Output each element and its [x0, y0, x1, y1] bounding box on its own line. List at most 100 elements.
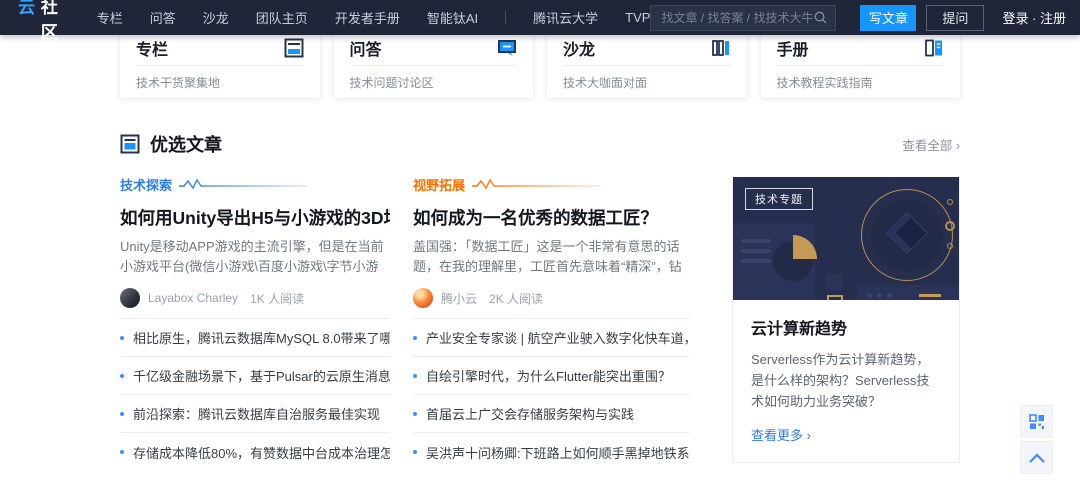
- bullet-dot-icon: [120, 450, 124, 454]
- author-avatar[interactable]: [413, 288, 433, 308]
- featured-article-excerpt: Unity是移动APP游戏的主流引擎，但是在当前小游戏平台(微信小游戏\百度小游…: [120, 237, 390, 277]
- nav-item-cloud-academy[interactable]: 腾讯云大学: [533, 8, 598, 27]
- back-to-top-button[interactable]: [1020, 441, 1053, 474]
- nav-item-tvp[interactable]: TVP: [625, 10, 650, 25]
- article-list-item-label: 相比原生，腾讯云数据库MySQL 8.0带来了哪些新的极致...: [133, 328, 390, 347]
- article-list-item[interactable]: 相比原生，腾讯云数据库MySQL 8.0带来了哪些新的极致...: [120, 319, 390, 357]
- card-subtitle: 技术教程实践指南: [777, 74, 945, 91]
- featured-article-excerpt: 盖国强：「数据工匠」这是一个非常有意思的话题，在我的理解里，工匠首先意味着“精深…: [413, 237, 690, 277]
- article-list-item-label: 产业安全专家谈 | 航空产业驶入数字化快车道，如何升级...: [426, 328, 690, 347]
- article-list-item-label: 首届云上广交会存储服务架构与实践: [426, 404, 634, 423]
- nav-divider: [505, 11, 506, 24]
- article-column-vision: 视野拓展 如何成为一名优秀的数据工匠？ 盖国强：「数据工匠」这是一个非常有意思的…: [413, 176, 690, 471]
- search-input[interactable]: [661, 11, 814, 25]
- write-article-button[interactable]: 写文章: [860, 5, 916, 31]
- nav-item-dev-handbook[interactable]: 开发者手册: [335, 8, 400, 27]
- featured-article-title[interactable]: 如何用Unity导出H5与小游戏的3D场景: [120, 205, 390, 230]
- site-logo[interactable]: 云+社区: [18, 0, 65, 43]
- nav-item-team-home[interactable]: 团队主页: [256, 8, 308, 27]
- article-list: 产业安全专家谈 | 航空产业驶入数字化快车道，如何升级... 自绘引擎时代，为什…: [413, 318, 690, 471]
- bullet-dot-icon: [120, 374, 124, 378]
- card-divider: [563, 65, 731, 66]
- nav-item-salon[interactable]: 沙龙: [203, 8, 229, 27]
- bullet-dot-icon: [413, 336, 417, 340]
- article-list-item[interactable]: 吴洪声十问杨卿:下班路上如何顺手黑掉地铁系统？: [413, 433, 690, 471]
- bullet-dot-icon: [413, 374, 417, 378]
- logo-cloud-char: 云: [18, 0, 35, 18]
- card-title: 问答: [350, 36, 382, 60]
- qa-icon: [497, 38, 517, 58]
- feature-card-handbook[interactable]: 手册 技术教程实践指南: [761, 28, 961, 98]
- article-column-tech: 技术探索 如何用Unity导出H5与小游戏的3D场景 Unity是移动APP游戏…: [120, 176, 390, 471]
- card-title: 专栏: [136, 36, 168, 60]
- promo-bottom-panel: [857, 285, 959, 300]
- search-icon[interactable]: [814, 11, 827, 24]
- article-list-item[interactable]: 首届云上广交会存储服务架构与实践: [413, 395, 690, 433]
- pulse-line-icon: [472, 178, 602, 190]
- article-list-item-label: 千亿级金融场景下，基于Pulsar的云原生消息队列有怎样...: [133, 366, 390, 385]
- pie-shape: [793, 235, 817, 259]
- card-divider: [350, 65, 518, 66]
- card-subtitle: 技术问题讨论区: [350, 74, 518, 91]
- feature-cards-row: 专栏 技术干货聚集地 问答 技术问题讨论区 沙龙: [120, 28, 960, 98]
- logo-text: 社区: [41, 0, 65, 43]
- feature-card-salon[interactable]: 沙龙 技术大咖面对面: [547, 28, 747, 98]
- article-list-item-label: 前沿探索：腾讯云数据库自治服务最佳实现: [133, 404, 380, 423]
- article-list-item[interactable]: 存储成本降低80%，有赞数据中台成本治理怎么做的？: [120, 433, 390, 471]
- author-avatar[interactable]: [120, 288, 140, 308]
- main-nav: 专栏 问答 沙龙 团队主页 开发者手册 智能钛AI 腾讯云大学 TVP: [97, 8, 651, 27]
- promo-ring-shape: [861, 189, 953, 281]
- bullet-dot-icon: [413, 450, 417, 454]
- promo-badge: 技术专题: [745, 188, 813, 210]
- view-all-link[interactable]: 查看全部 ›: [902, 135, 960, 154]
- featured-articles-icon: [120, 134, 140, 154]
- read-count: 1K 人阅读: [250, 290, 304, 307]
- nav-item-columns[interactable]: 专栏: [97, 8, 123, 27]
- card-subtitle: 技术干货聚集地: [136, 74, 304, 91]
- featured-article-title[interactable]: 如何成为一名优秀的数据工匠？: [413, 205, 690, 230]
- promo-title: 云计算新趋势: [751, 315, 941, 339]
- promo-banner-image: 技术专题: [733, 177, 959, 300]
- bullet-dot-icon: [120, 336, 124, 340]
- nav-item-qa[interactable]: 问答: [150, 8, 176, 27]
- promo-card-cloud-trends[interactable]: 技术专题 云计算新趋势 Serverless作为云计算新趋势，是什么样的架构？S…: [732, 177, 960, 463]
- feature-card-qa[interactable]: 问答 技术问题讨论区: [334, 28, 534, 98]
- nav-item-ti-ai[interactable]: 智能钛AI: [427, 8, 478, 27]
- search-box[interactable]: [650, 5, 836, 31]
- article-list-item[interactable]: 产业安全专家谈 | 航空产业驶入数字化快车道，如何升级...: [413, 319, 690, 357]
- card-subtitle: 技术大咖面对面: [563, 74, 731, 91]
- pulse-line-icon: [179, 178, 309, 190]
- column-tag: 技术探索: [120, 175, 172, 194]
- promo-description: Serverless作为云计算新趋势，是什么样的架构？Serverless技术如…: [751, 349, 941, 412]
- article-list: 相比原生，腾讯云数据库MySQL 8.0带来了哪些新的极致... 千亿级金融场景…: [120, 318, 390, 471]
- column-icon: [284, 38, 304, 58]
- read-count: 2K 人阅读: [489, 290, 543, 307]
- handbook-icon: [924, 38, 944, 58]
- article-list-item-label: 吴洪声十问杨卿:下班路上如何顺手黑掉地铁系统？: [426, 443, 690, 462]
- article-list-item-label: 自绘引擎时代，为什么Flutter能突出重围？: [426, 366, 671, 385]
- card-title: 沙龙: [563, 36, 595, 60]
- featured-section-header: 优选文章 查看全部 ›: [120, 131, 960, 157]
- article-list-item[interactable]: 前沿探索：腾讯云数据库自治服务最佳实现: [120, 395, 390, 433]
- feature-card-columns[interactable]: 专栏 技术干货聚集地: [120, 28, 320, 98]
- author-name[interactable]: Layabox Charley: [148, 291, 238, 305]
- section-title: 优选文章: [150, 131, 222, 157]
- ask-question-button[interactable]: 提问: [926, 5, 984, 31]
- article-list-item[interactable]: 千亿级金融场景下，基于Pulsar的云原生消息队列有怎样...: [120, 357, 390, 395]
- card-title: 手册: [777, 36, 809, 60]
- promo-more-link[interactable]: 查看更多 ›: [751, 425, 941, 444]
- login-register-link[interactable]: 登录 · 注册: [1002, 8, 1066, 27]
- navbar-right: 写文章 提问 登录 · 注册: [650, 5, 1066, 31]
- qr-code-button[interactable]: [1020, 405, 1053, 438]
- column-tag: 视野拓展: [413, 175, 465, 194]
- author-name[interactable]: 腾小云: [441, 290, 477, 307]
- bullet-dot-icon: [413, 412, 417, 416]
- qr-code-icon: [1029, 414, 1045, 430]
- article-list-item[interactable]: 自绘引擎时代，为什么Flutter能突出重围？: [413, 357, 690, 395]
- chevron-up-icon: [1029, 453, 1045, 463]
- promo-3d-panel: [733, 223, 815, 300]
- article-list-item-label: 存储成本降低80%，有赞数据中台成本治理怎么做的？: [133, 443, 390, 462]
- bullet-dot-icon: [120, 412, 124, 416]
- logo-plus-char: +: [34, 0, 40, 2]
- salon-icon: [711, 38, 731, 58]
